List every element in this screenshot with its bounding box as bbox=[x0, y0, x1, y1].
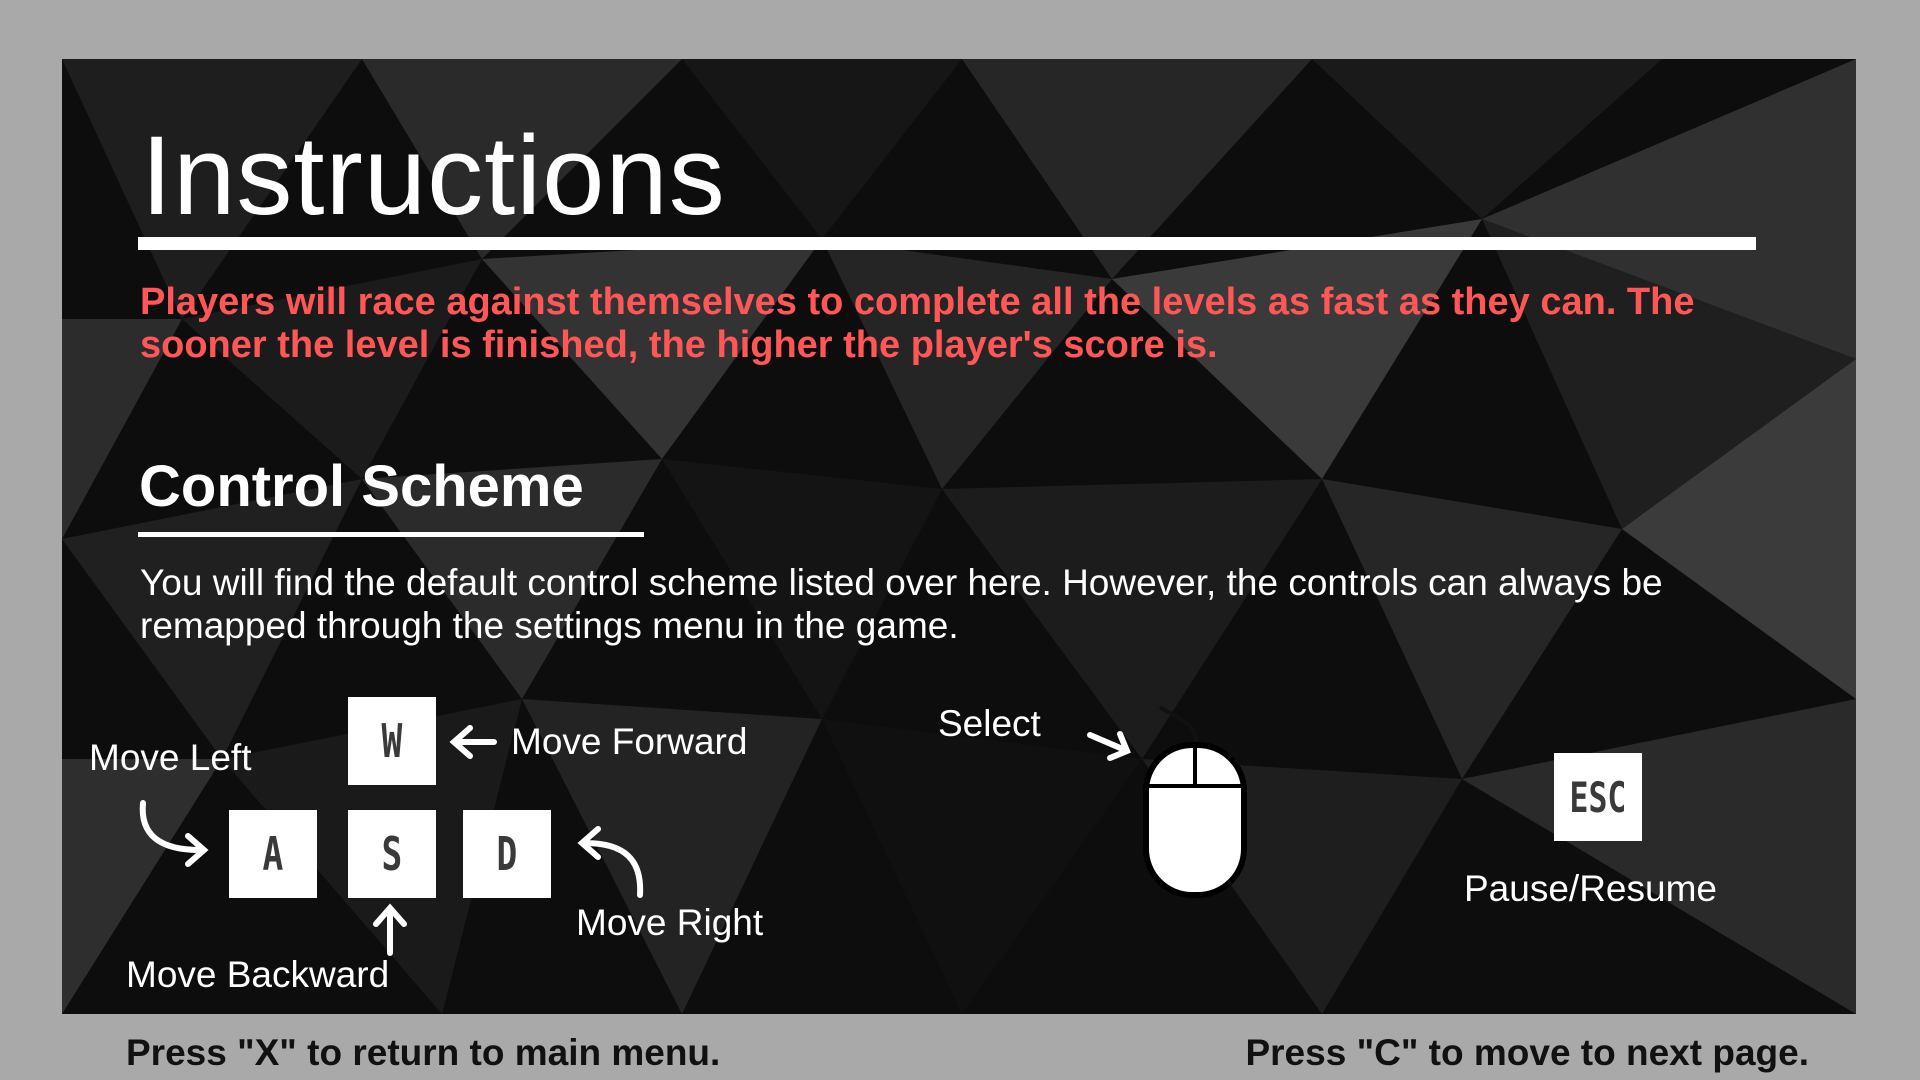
back-to-menu-hint: Press "X" to return to main menu. bbox=[126, 1032, 721, 1073]
mouse-icon bbox=[1143, 705, 1247, 898]
arrow-curved-right-icon bbox=[139, 800, 209, 867]
arrows-layer bbox=[139, 725, 1131, 956]
arrow-curved-left-icon bbox=[577, 826, 644, 898]
arrow-select-icon bbox=[1087, 731, 1131, 761]
next-page-hint: Press "C" to move to next page. bbox=[1245, 1032, 1809, 1073]
arrow-left-icon bbox=[449, 725, 497, 759]
arrow-up-icon bbox=[373, 903, 407, 956]
